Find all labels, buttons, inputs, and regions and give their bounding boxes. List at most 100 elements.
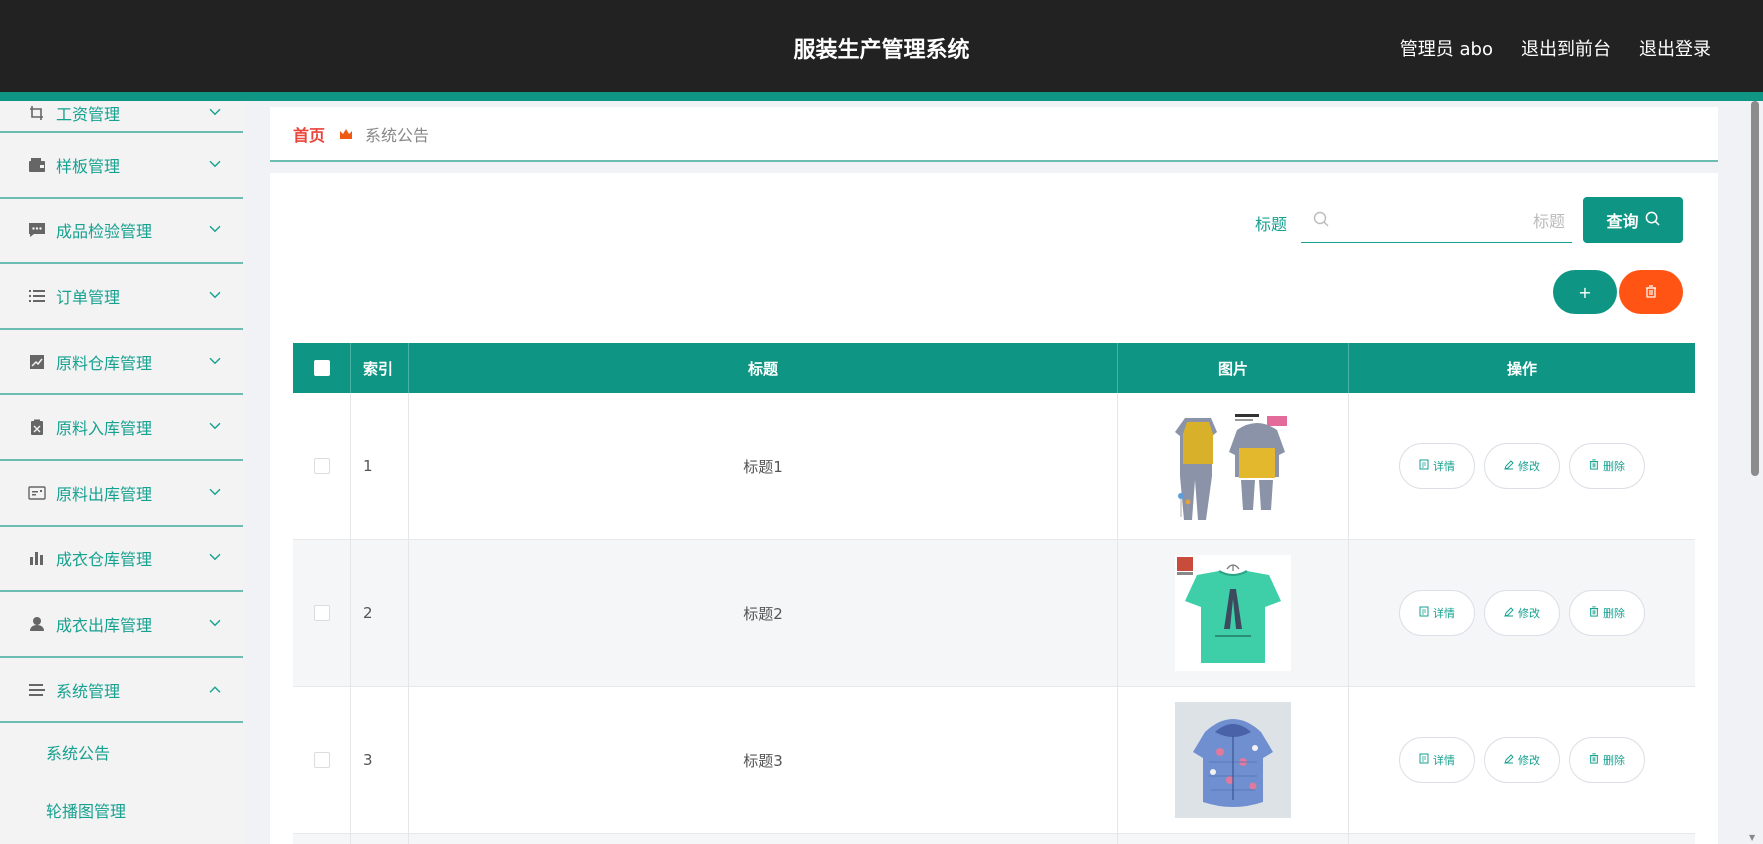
sidebar-item-label: 成品检验管理 xyxy=(56,222,153,242)
exit-to-frontend-link[interactable]: 退出到前台 xyxy=(1521,35,1611,61)
header-index: 索引 xyxy=(351,343,409,393)
edit-button[interactable]: 修改 xyxy=(1484,737,1560,783)
row-checkbox-cell xyxy=(293,393,351,539)
row-title: 标题1 xyxy=(409,393,1118,539)
delete-button[interactable]: 删除 xyxy=(1569,737,1645,783)
header-operations: 操作 xyxy=(1506,359,1537,378)
table-body: 1 标题1 详情 修改 删除 2 标题2 详情 修改 删除 3 标题3 详情 修… xyxy=(293,393,1695,844)
header-checkbox-cell xyxy=(293,343,351,393)
search-field xyxy=(1301,198,1572,243)
document-icon xyxy=(1419,606,1429,620)
product-thumbnail xyxy=(1175,702,1291,818)
sidebar-item-raw-inbound[interactable]: 原料入库管理 xyxy=(0,395,243,461)
pencil-icon xyxy=(1504,753,1514,767)
sidebar-item-label: 工资管理 xyxy=(56,105,121,124)
add-button[interactable]: + xyxy=(1553,270,1617,314)
row-checkbox[interactable] xyxy=(313,605,330,621)
sidebar-item-salary[interactable]: 工资管理 xyxy=(0,101,243,133)
chevron-down-icon xyxy=(209,105,221,119)
chevron-down-icon xyxy=(209,551,221,565)
row-image-cell xyxy=(1118,540,1349,686)
row-index xyxy=(351,834,409,844)
page-scrollbar[interactable]: ▼ xyxy=(1749,101,1759,844)
query-button-label: 查询 xyxy=(1606,212,1639,231)
sidebar-item-sample[interactable]: 样板管理 xyxy=(0,133,243,199)
search-input[interactable] xyxy=(1337,206,1565,236)
scrollbar-thumb[interactable] xyxy=(1751,101,1759,476)
sidebar-item-label: 订单管理 xyxy=(56,287,121,307)
product-thumbnail xyxy=(1175,555,1291,671)
logout-link[interactable]: 退出登录 xyxy=(1639,35,1711,61)
scroll-down-arrow-icon[interactable]: ▼ xyxy=(1749,834,1759,842)
row-index: 2 xyxy=(351,540,409,686)
header-title: 标题 xyxy=(409,343,1118,393)
announcements-table: 索引 标题 图片 操作 1 标题1 详情 修改 删除 2 标题2 详情 修改 删… xyxy=(293,343,1695,844)
sidebar-item-label: 原料出库管理 xyxy=(56,484,153,504)
query-button[interactable]: 查询 xyxy=(1583,197,1683,243)
sidebar-item-raw-outbound[interactable]: 原料出库管理 xyxy=(0,461,243,527)
detail-button[interactable]: 详情 xyxy=(1399,590,1475,636)
top-links: 管理员 abo 退出到前台 退出登录 xyxy=(1400,35,1711,61)
chevron-down-icon xyxy=(209,157,221,171)
row-checkbox-cell xyxy=(293,834,351,844)
submenu-item-carousel[interactable]: 轮播图管理 xyxy=(0,781,243,839)
chevron-down-icon xyxy=(209,223,221,237)
sidebar-item-garment-outbound[interactable]: 成衣出库管理 xyxy=(0,592,243,658)
delete-label: 删除 xyxy=(1603,460,1625,473)
row-title: 标题3 xyxy=(409,687,1118,833)
detail-button[interactable]: 详情 xyxy=(1399,443,1475,489)
sidebar: 工资管理 样板管理 成品检验管理 订单管理 原料仓库管理 原料入库管理 原料出库… xyxy=(0,101,243,844)
chevron-up-icon xyxy=(209,682,221,696)
row-checkbox[interactable] xyxy=(313,458,330,474)
sidebar-item-garment-warehouse[interactable]: 成衣仓库管理 xyxy=(0,527,243,593)
delete-label: 删除 xyxy=(1603,754,1625,767)
table-row xyxy=(293,834,1695,844)
table-header-row: 索引 标题 图片 操作 xyxy=(293,343,1695,393)
wallet-icon xyxy=(28,156,46,174)
submenu-item-announcements[interactable]: 系统公告 xyxy=(0,723,243,781)
topbar-accent-stripe xyxy=(0,92,1763,101)
sidebar-item-label: 原料仓库管理 xyxy=(56,353,153,373)
edit-button[interactable]: 修改 xyxy=(1484,590,1560,636)
content-panel: 标题 查询 + 索引 标题 图片 操作 xyxy=(270,173,1718,844)
row-actions: 详情 修改 删除 xyxy=(1349,393,1695,539)
batch-delete-button[interactable] xyxy=(1619,270,1683,314)
row-image-cell xyxy=(1118,393,1349,539)
bar-chart-icon xyxy=(28,549,46,567)
trash-icon xyxy=(1589,459,1599,473)
breadcrumb-home-link[interactable]: 首页 xyxy=(293,122,325,146)
table-row: 1 标题1 详情 修改 删除 xyxy=(293,393,1695,540)
chevron-down-icon xyxy=(209,616,221,630)
pencil-icon xyxy=(1504,459,1514,473)
edit-button[interactable]: 修改 xyxy=(1484,443,1560,489)
search-icon xyxy=(1645,211,1660,230)
sidebar-item-orders[interactable]: 订单管理 xyxy=(0,264,243,330)
chat-icon xyxy=(28,221,46,239)
table-row: 3 标题3 详情 修改 删除 xyxy=(293,687,1695,834)
row-title: 标题2 xyxy=(409,540,1118,686)
sidebar-item-raw-warehouse[interactable]: 原料仓库管理 xyxy=(0,330,243,396)
trash-icon xyxy=(1589,606,1599,620)
row-checkbox-cell xyxy=(293,687,351,833)
trash-icon xyxy=(1589,753,1599,767)
chevron-down-icon xyxy=(209,419,221,433)
chevron-down-icon xyxy=(209,288,221,302)
row-actions: 详情 修改 删除 xyxy=(1349,687,1695,833)
table-row: 2 标题2 详情 修改 删除 xyxy=(293,540,1695,687)
delete-button[interactable]: 删除 xyxy=(1569,590,1645,636)
chevron-down-icon xyxy=(209,354,221,368)
detail-button[interactable]: 详情 xyxy=(1399,737,1475,783)
clipboard-icon xyxy=(28,418,46,436)
sidebar-item-system[interactable]: 系统管理 xyxy=(0,658,243,724)
row-title xyxy=(409,834,1118,844)
trend-chart-icon xyxy=(28,353,46,371)
select-all-checkbox[interactable] xyxy=(313,360,330,376)
sidebar-item-label: 原料入库管理 xyxy=(56,419,153,439)
sidebar-item-inspection[interactable]: 成品检验管理 xyxy=(0,199,243,265)
row-checkbox[interactable] xyxy=(313,752,330,768)
delete-button[interactable]: 删除 xyxy=(1569,443,1645,489)
delete-label: 删除 xyxy=(1603,607,1625,620)
product-thumbnail xyxy=(1175,408,1291,524)
sidebar-item-label: 系统管理 xyxy=(56,681,121,701)
pencil-icon xyxy=(1504,606,1514,620)
